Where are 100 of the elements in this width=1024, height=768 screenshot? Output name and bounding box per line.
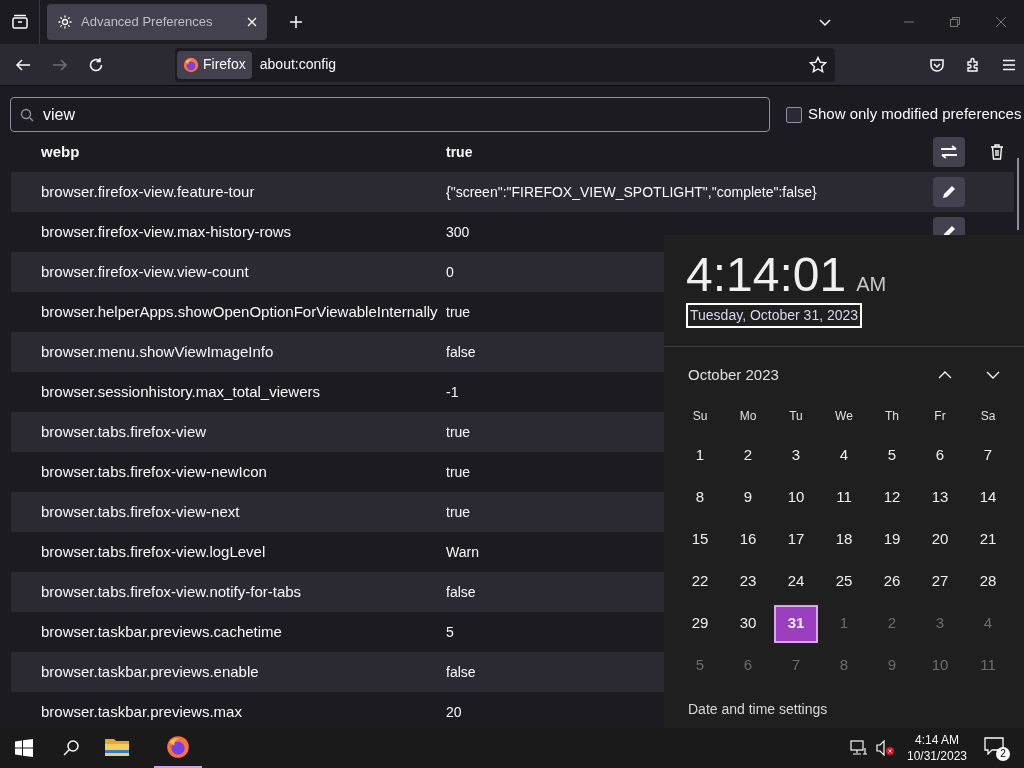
search-icon	[20, 108, 34, 122]
preference-name: browser.taskbar.previews.cachetime	[40, 621, 283, 642]
trash-icon[interactable]	[990, 144, 1004, 160]
edit-button[interactable]	[933, 177, 965, 207]
calendar-day[interactable]: 29	[678, 604, 722, 643]
calendar-day[interactable]: 27	[918, 562, 962, 601]
calendar-day[interactable]: 17	[774, 520, 818, 559]
calendar-day[interactable]: 14	[966, 478, 1010, 517]
preference-name: browser.taskbar.previews.enable	[40, 661, 260, 682]
preference-name: browser.taskbar.previews.max	[40, 701, 243, 722]
search-icon[interactable]	[62, 739, 80, 757]
calendar-day[interactable]: 7	[966, 436, 1010, 475]
calendar-day[interactable]: 18	[822, 520, 866, 559]
toggle-button[interactable]	[933, 137, 965, 167]
preference-name: browser.sessionhistory.max_total_viewers	[40, 381, 321, 402]
muted-speaker-icon[interactable]	[876, 740, 896, 756]
notification-badge: 2	[996, 747, 1010, 761]
preference-name: browser.helperApps.showOpenOptionForViewableInternally	[40, 301, 439, 322]
calendar-day[interactable]: 5	[870, 436, 914, 475]
preference-value: false	[446, 664, 476, 680]
preference-name: browser.firefox-view.max-history-rows	[40, 221, 293, 242]
identity-button[interactable]: Firefox	[177, 50, 252, 79]
checkbox[interactable]	[786, 106, 802, 123]
close-icon[interactable]	[996, 17, 1006, 27]
pocket-icon[interactable]	[929, 56, 945, 73]
puzzle-icon[interactable]	[965, 56, 981, 73]
preference-value: 300	[446, 224, 470, 240]
calendar-day[interactable]: 20	[918, 520, 962, 559]
search-field[interactable]: view	[10, 97, 770, 132]
address-bar[interactable]: Firefox about:config	[175, 47, 835, 82]
firefox-icon	[183, 56, 199, 73]
date-link[interactable]: Tuesday, October 31, 2023	[686, 303, 863, 328]
calendar-day[interactable]: 21	[966, 520, 1010, 559]
calendar-day[interactable]: 15	[678, 520, 722, 559]
gear-icon	[57, 14, 73, 30]
maximize-icon[interactable]	[950, 17, 960, 27]
preference-value: 0	[446, 264, 454, 280]
folder-icon	[104, 736, 130, 758]
tab-title: Advanced Preferences	[81, 13, 214, 32]
preference-value: false	[446, 344, 476, 360]
calendar-day[interactable]: 4	[822, 436, 866, 475]
calendar-day[interactable]: 6	[918, 436, 962, 475]
calendar-day[interactable]: 8	[678, 478, 722, 517]
plus-icon[interactable]	[289, 15, 303, 29]
calendar-day[interactable]: 12	[870, 478, 914, 517]
calendar-day[interactable]: 3	[774, 436, 818, 475]
preference-name: browser.tabs.firefox-view	[40, 421, 208, 442]
preference-value: Warn	[446, 544, 479, 560]
firefox-icon	[166, 735, 190, 759]
preference-name: browser.tabs.firefox-view-newIcon	[40, 461, 268, 482]
preference-name: browser.tabs.firefox-view.logLevel	[40, 541, 267, 562]
preference-value: true	[446, 504, 471, 520]
weekday-label: Mo	[738, 407, 758, 425]
calendar-day[interactable]: 28	[966, 562, 1010, 601]
calendar-day[interactable]: 10	[774, 478, 818, 517]
preference-value: true	[446, 464, 471, 480]
calendar-day[interactable]: 23	[726, 562, 770, 601]
preference-name: browser.firefox-view.view-count	[40, 261, 250, 282]
browser-tab[interactable]: Advanced Preferences	[47, 4, 267, 40]
star-icon[interactable]	[809, 55, 827, 74]
notification-icon	[984, 737, 1004, 755]
weekday-label: Tu	[788, 407, 804, 425]
calendar-day[interactable]: 24	[774, 562, 818, 601]
calendar-day[interactable]: 30	[726, 604, 770, 643]
calendar-day[interactable]: 19	[870, 520, 914, 559]
weekday-label: Sa	[979, 407, 997, 425]
calendar-day[interactable]: 2	[726, 436, 770, 475]
calendar-day[interactable]: 9	[726, 478, 770, 517]
checkbox-label: Show only modified preferences	[808, 104, 1022, 125]
preference-name: webp	[40, 141, 81, 162]
preference-value: 5	[446, 624, 454, 640]
calendar-day[interactable]: 13	[918, 478, 962, 517]
preference-name: browser.tabs.firefox-view.notify-for-tabs	[40, 581, 303, 602]
clock-ampm: AM	[856, 272, 887, 297]
back-arrow-icon[interactable]	[15, 56, 31, 73]
preference-value: false	[446, 584, 476, 600]
reload-icon[interactable]	[88, 56, 104, 73]
calendar-day[interactable]: 31	[774, 604, 818, 643]
scrollbar	[1017, 158, 1019, 230]
windows-icon[interactable]	[15, 739, 33, 757]
calendar-day[interactable]: 22	[678, 562, 722, 601]
settings-link[interactable]: Date and time settings	[688, 700, 828, 717]
swap-arrows-icon	[940, 145, 958, 159]
forward-arrow-icon[interactable]	[52, 56, 68, 73]
calendar-day[interactable]: 11	[822, 478, 866, 517]
calendar-day[interactable]: 26	[870, 562, 914, 601]
firefox-view-icon[interactable]	[10, 13, 29, 31]
pencil-icon	[942, 185, 956, 199]
preference-value: true	[446, 144, 473, 160]
taskbar-date: 10/31/2023	[906, 748, 968, 764]
preference-name: browser.menu.showViewImageInfo	[40, 341, 275, 362]
month-title: October 2023	[688, 365, 780, 385]
preference-name: browser.tabs.firefox-view-next	[40, 501, 241, 522]
weekday-label: We	[834, 407, 854, 425]
preference-value: true	[446, 424, 471, 440]
url-text: about:config	[259, 55, 338, 74]
calendar-day[interactable]: 25	[822, 562, 866, 601]
network-icon[interactable]	[850, 740, 868, 756]
calendar-day[interactable]: 1	[678, 436, 722, 475]
calendar-day[interactable]: 16	[726, 520, 770, 559]
